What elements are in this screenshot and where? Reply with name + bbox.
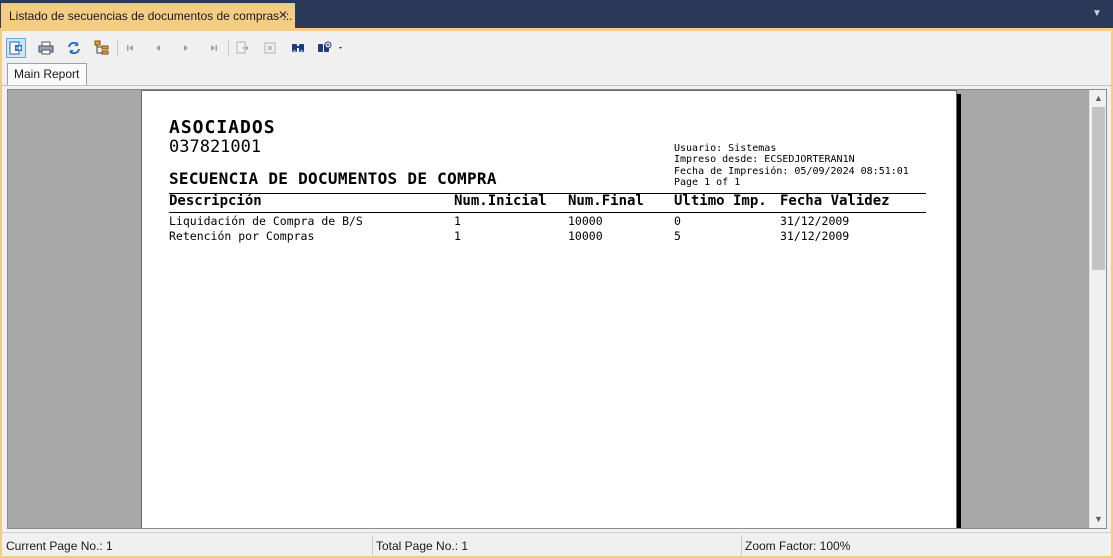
row-1-fecha-validez: 31/12/2009 [780, 214, 850, 228]
row-1-descripcion: Liquidación de Compra de B/S [169, 214, 363, 228]
export-report-icon[interactable] [6, 38, 26, 58]
next-page-icon[interactable] [176, 38, 196, 58]
meta-impreso-desde: Impreso desde: ECSEDJORTERAN1N [674, 154, 855, 165]
row-1-num-final: 10000 [568, 214, 603, 228]
document-frame: Main Report ASOCIADOS 037821001 SECUENCI… [0, 28, 1113, 558]
report-viewer-area: ASOCIADOS 037821001 SECUENCIA DE DOCUMEN… [7, 89, 1107, 529]
meta-page: Page 1 of 1 [674, 177, 741, 188]
report-viewer-window: Listado de secuencias de documentos de c… [0, 0, 1113, 558]
tab-main-report[interactable]: Main Report [7, 63, 87, 85]
row-1-ultimo-imp: 0 [674, 214, 681, 228]
row-2-descripcion: Retención por Compras [169, 229, 315, 243]
company-ruc: 037821001 [169, 137, 262, 157]
document-tab-strip: Listado de secuencias de documentos de c… [0, 0, 1113, 28]
status-bar: Current Page No.: 1 Total Page No.: 1 Zo… [2, 532, 1111, 556]
refresh-icon[interactable] [64, 38, 84, 58]
toolbar-separator [228, 40, 229, 56]
company-name: ASOCIADOS [169, 117, 276, 138]
scroll-down-icon[interactable]: ▼ [1090, 511, 1106, 528]
first-page-icon[interactable] [120, 38, 140, 58]
meta-usuario: Usuario: Sistemas [674, 143, 777, 154]
column-header-ultimo-imp: Ultimo Imp. [674, 193, 767, 209]
document-tab[interactable]: Listado de secuencias de documentos de c… [1, 3, 295, 28]
zoom-icon[interactable] [316, 38, 346, 58]
last-page-icon[interactable] [204, 38, 224, 58]
header-bottom-rule [169, 212, 926, 213]
close-icon[interactable]: ✕ [276, 8, 290, 22]
report-page: ASOCIADOS 037821001 SECUENCIA DE DOCUMEN… [141, 90, 957, 528]
previous-page-icon[interactable] [148, 38, 168, 58]
row-2-fecha-validez: 31/12/2009 [780, 229, 850, 243]
scroll-up-icon[interactable]: ▲ [1090, 90, 1106, 107]
report-tab-row: Main Report [2, 62, 1111, 86]
row-2-num-inicial: 1 [454, 229, 461, 243]
viewer-toolbar [2, 34, 1111, 62]
divider [372, 535, 373, 555]
column-header-fecha-validez: Fecha Validez [780, 193, 890, 209]
column-header-num-inicial: Num.Inicial [454, 193, 547, 209]
column-header-num-final: Num.Final [568, 193, 644, 209]
status-current-page: Current Page No.: 1 [6, 539, 113, 553]
group-tree-icon[interactable] [92, 38, 112, 58]
row-2-num-final: 10000 [568, 229, 603, 243]
divider [2, 85, 1111, 86]
row-2-ultimo-imp: 5 [674, 229, 681, 243]
scrollbar-thumb[interactable] [1092, 107, 1105, 270]
row-1-num-inicial: 1 [454, 214, 461, 228]
stop-icon[interactable] [260, 38, 280, 58]
status-zoom-factor: Zoom Factor: 100% [745, 539, 851, 553]
search-binoculars-icon[interactable] [288, 38, 308, 58]
divider [741, 535, 742, 555]
meta-fecha-impresion: Fecha de Impresión: 05/09/2024 08:51:01 [674, 166, 909, 177]
chevron-down-icon[interactable]: ▼ [1089, 6, 1105, 22]
document-tab-title: Listado de secuencias de documentos de c… [9, 9, 293, 23]
toolbar-separator [117, 40, 118, 56]
go-to-page-icon[interactable] [232, 38, 252, 58]
report-title: SECUENCIA DE DOCUMENTOS DE COMPRA [169, 169, 497, 188]
print-icon[interactable] [36, 38, 56, 58]
status-total-page: Total Page No.: 1 [376, 539, 469, 553]
vertical-scrollbar[interactable]: ▲ ▼ [1089, 90, 1106, 528]
column-header-descripcion: Descripción [169, 193, 262, 209]
